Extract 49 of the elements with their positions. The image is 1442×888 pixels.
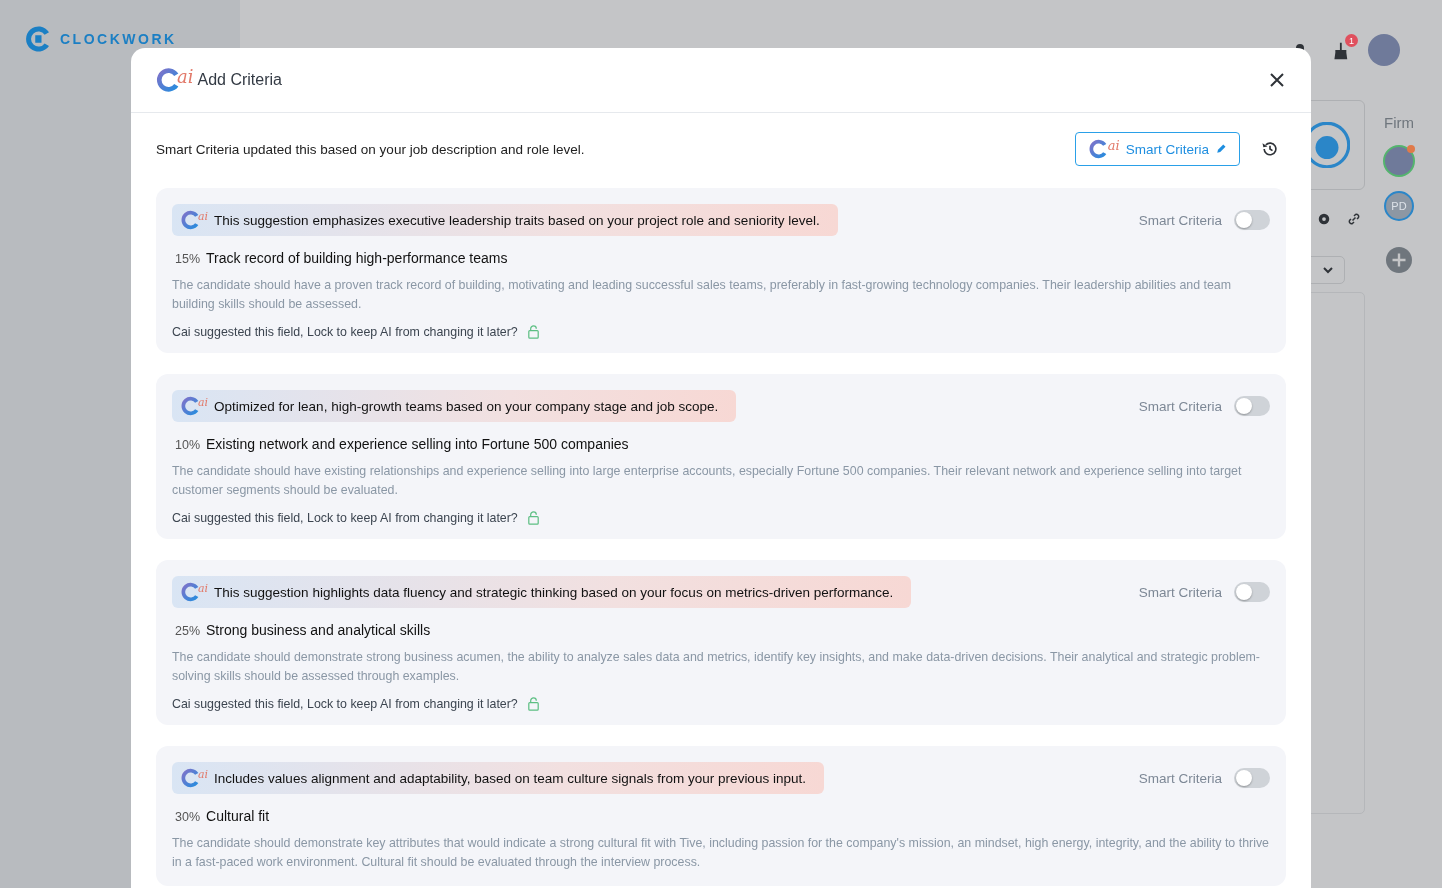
lock-prompt: Cai suggested this field, Lock to keep AI from changing it later?	[172, 696, 518, 711]
chevron-down-icon	[1322, 266, 1334, 274]
unlock-icon[interactable]	[525, 696, 541, 711]
smart-criteria-button[interactable]: ai Smart Criteria	[1074, 132, 1240, 166]
ai-logo-text: ai	[198, 767, 209, 781]
toggle-label: Smart Criteria	[1138, 770, 1222, 786]
initials-avatar[interactable]: PD	[1384, 191, 1414, 221]
criterion-title: Existing network and experience selling into Fortune 500 companies	[206, 436, 629, 452]
suggestion-text: This suggestion emphasizes executive leadership traits based on your project role and seniority level.	[214, 212, 820, 228]
ai-logo-text: ai	[198, 395, 209, 409]
criterion-title: Track record of building high-performance teams	[206, 250, 508, 266]
unlock-icon[interactable]	[525, 510, 541, 525]
lock-prompt: Cai suggested this field, Lock to keep AI from changing it later?	[172, 510, 518, 525]
toggle-label: Smart Criteria	[1138, 398, 1222, 414]
unlock-icon[interactable]	[525, 324, 541, 339]
toggle-label: Smart Criteria	[1138, 584, 1222, 600]
criterion-description: The candidate should demonstrate strong business acumen, the ability to analyze sales data and metrics, identify key insights, and make data-driven decisions. Their analytical and strategic problem-solving skills should be assessed through examples.	[172, 649, 1261, 685]
tab-label[interactable]: Firm	[1384, 114, 1414, 131]
history-icon[interactable]	[1260, 139, 1280, 159]
smart-criteria-toggle[interactable]	[1234, 210, 1270, 230]
brand-name[interactable]: CLOCKWORK	[60, 31, 177, 47]
add-icon[interactable]	[1386, 247, 1412, 273]
ai-logo-text: ai	[198, 581, 209, 595]
notification-badge: 1	[1345, 34, 1358, 47]
smart-criteria-toggle[interactable]	[1234, 396, 1270, 416]
criterion-title: Cultural fit	[206, 808, 270, 824]
close-icon	[1269, 72, 1285, 88]
criterion-description: The candidate should have existing relationships and experience selling into large enterprise accounts, especially Fortune 500 companies. Their relevant network and experience selling into target customer segments should be evaluated.	[172, 463, 1243, 499]
criterion-title: Strong business and analytical skills	[206, 622, 431, 638]
weight-text: 10%	[175, 438, 201, 452]
weight-text: 30%	[175, 810, 201, 824]
suggestion-text: Includes values alignment and adaptability, based on team culture signals from your previous input.	[214, 770, 806, 786]
dialog-title: Add Criteria	[197, 71, 282, 89]
intro-text: Smart Criteria updated this based on your job description and role level.	[156, 141, 585, 157]
smart-criteria-toggle[interactable]	[1234, 768, 1270, 788]
avatar[interactable]	[1368, 34, 1400, 66]
suggestion-text: This suggestion highlights data fluency and strategic thinking based on your focus on metrics-driven performance.	[214, 584, 894, 600]
avatar[interactable]	[1383, 145, 1415, 177]
weight-text: 15%	[175, 252, 201, 266]
smart-criteria-toggle[interactable]	[1234, 582, 1270, 602]
weight-text: 25%	[175, 624, 201, 638]
toggle-label: Smart Criteria	[1138, 212, 1222, 228]
suggestion-text: Optimized for lean, high-growth teams based on your company stage and job scope.	[214, 398, 719, 414]
ai-logo-text: ai	[198, 209, 209, 223]
lock-prompt: Cai suggested this field, Lock to keep AI from changing it later?	[172, 324, 518, 339]
criterion-description: The candidate should demonstrate key attributes that would indicate a strong cultural fit with Tive, including passion for the company's mission, an mindset, high energy, integrity, and the ability to thrive in a fast-paced work environment. Cultural fit should be evaluated through the interview process.	[172, 835, 1270, 871]
pencil-icon	[1215, 143, 1227, 155]
criterion-description: The candidate should have a proven track record of building, motivating and leading successful sales teams, preferably in fast-growing technology companies. Their leadership abilities and team building skills should be assessed.	[172, 277, 1233, 313]
ai-logo-text: ai	[177, 65, 194, 87]
